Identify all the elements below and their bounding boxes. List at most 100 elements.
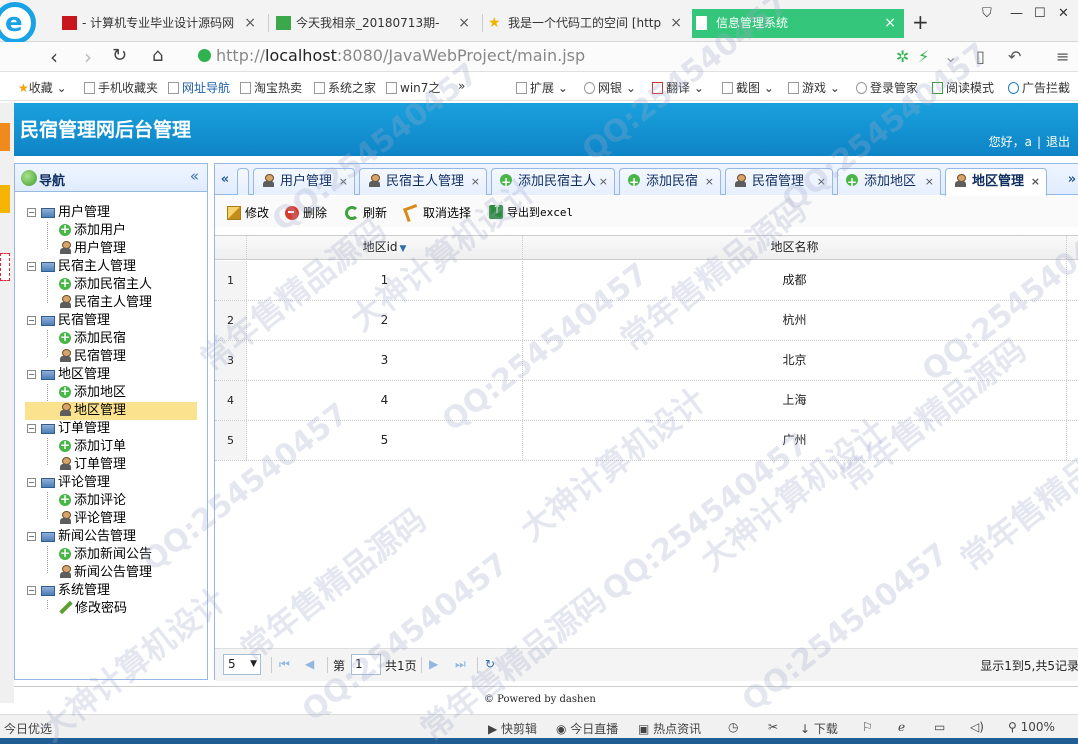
close-icon[interactable]: × — [599, 169, 608, 194]
content-tab-5[interactable]: 添加地区 × — [837, 168, 941, 195]
collapse-toggle-icon[interactable]: − — [27, 208, 36, 217]
close-icon[interactable]: × — [458, 9, 470, 37]
bookmark-screenshot[interactable]: 截图 ⌄ — [722, 79, 774, 96]
refresh-button[interactable]: 刷新 — [345, 204, 387, 221]
edit-button[interactable]: 修改 — [227, 204, 269, 221]
bookmark-reader[interactable]: 阅读模式 — [932, 79, 994, 96]
bookmark-win7[interactable]: win7之 — [386, 79, 440, 96]
nav-item-1-1[interactable]: 民宿主人管理 — [25, 294, 152, 312]
bookmark-syshome[interactable]: 系统之家 — [314, 79, 376, 96]
bookmark-taobao[interactable]: 淘宝热卖 — [240, 79, 302, 96]
nav-item-0-1[interactable]: 用户管理 — [25, 240, 126, 258]
nav-item-4-0[interactable]: 添加订单 — [25, 436, 126, 456]
status-clock-icon[interactable]: ◷ — [728, 720, 738, 734]
nav-item-4-1[interactable]: 订单管理 — [25, 456, 126, 474]
nav-group-7[interactable]: − 系统管理 — [25, 582, 110, 600]
content-tab-4[interactable]: 民宿管理 × — [725, 168, 833, 195]
export-excel-button[interactable]: 导出到excel — [489, 202, 573, 220]
nav-item-7-0[interactable]: 修改密码 — [25, 600, 127, 618]
status-today-picks[interactable]: 今日优选 — [4, 720, 52, 737]
column-header-name[interactable]: 地区名称 — [523, 236, 1067, 259]
nav-item-1-0[interactable]: 添加民宿主人 — [25, 274, 152, 294]
table-row[interactable]: 2 2 杭州 — [215, 301, 1078, 341]
column-header-id[interactable]: 地区id ▼ — [247, 236, 523, 259]
menu-icon[interactable]: ≡ — [1056, 47, 1069, 66]
bookmark-translate[interactable]: 翻译 ⌄ — [652, 79, 704, 96]
bookmark-more[interactable]: » — [458, 79, 465, 93]
page-number-input[interactable]: 1 — [351, 654, 381, 675]
content-tab-0[interactable]: 用户管理 × — [253, 168, 355, 195]
status-news[interactable]: ▣ 热点资讯 — [638, 720, 701, 737]
nav-item-6-1[interactable]: 新闻公告管理 — [25, 564, 152, 582]
status-download[interactable]: ↓ 下载 — [800, 720, 838, 737]
url-input[interactable]: http://localhost:8080/JavaWebProject/mai… — [194, 45, 966, 69]
collapse-toggle-icon[interactable]: − — [27, 478, 36, 487]
table-row[interactable]: 4 4 上海 — [215, 381, 1078, 421]
nav-group-1[interactable]: − 民宿主人管理 — [25, 258, 136, 276]
close-icon[interactable]: × — [471, 169, 480, 194]
status-ie-icon[interactable]: ℯ — [898, 720, 905, 734]
content-tab-2[interactable]: 添加民宿主人× — [491, 168, 615, 195]
bookmark-favorites[interactable]: ★收藏 ⌄ — [18, 79, 67, 96]
refresh-page-icon[interactable]: ↻ — [485, 657, 495, 671]
browser-tab-active[interactable]: 信息管理系统 × — [692, 9, 904, 38]
status-zoom[interactable]: ⚲ 100% — [1008, 720, 1055, 734]
bookmark-mobile[interactable]: 手机收藏夹 — [84, 79, 158, 96]
table-row[interactable]: 5 5 广州 — [215, 421, 1078, 461]
shirt-icon[interactable]: ⛉ — [982, 6, 992, 21]
forward-icon[interactable]: › — [84, 45, 92, 69]
tab-partial[interactable] — [237, 168, 249, 195]
cancel-select-button[interactable]: 取消选择 — [403, 204, 471, 222]
prev-page-icon[interactable]: ◀ — [305, 657, 314, 671]
speed-icon[interactable]: ✲ — [896, 47, 909, 66]
collapse-toggle-icon[interactable]: − — [27, 262, 36, 271]
bookmark-bank[interactable]: 网银 ⌄ — [584, 79, 636, 96]
status-tool-icon[interactable]: ✂ — [768, 720, 778, 734]
tabs-scroll-left-icon[interactable]: « — [217, 169, 233, 191]
status-live[interactable]: ◉ 今日直播 — [556, 720, 618, 737]
nav-item-3-0[interactable]: 添加地区 — [25, 382, 126, 402]
nav-item-2-1[interactable]: 民宿管理 — [25, 348, 126, 366]
content-tab-1[interactable]: 民宿主人管理 × — [359, 168, 487, 195]
reload-icon[interactable]: ↻ — [112, 45, 127, 66]
close-icon[interactable]: × — [1031, 169, 1040, 194]
phone-icon[interactable]: ▯ — [976, 47, 985, 66]
bookmark-extensions[interactable]: 扩展 ⌄ — [516, 79, 568, 96]
chevron-down-icon[interactable]: ⌄ — [944, 47, 957, 66]
nav-item-3-1[interactable]: 地区管理 — [25, 402, 197, 420]
bookmark-nav[interactable]: 网址导航 — [168, 79, 230, 96]
minimize-icon[interactable]: — — [1010, 6, 1023, 21]
new-tab-button[interactable]: + — [912, 10, 929, 34]
collapse-toggle-icon[interactable]: − — [27, 370, 36, 379]
bookmark-login[interactable]: 登录管家 — [856, 79, 918, 96]
close-icon[interactable]: × — [884, 9, 896, 37]
logout-link[interactable]: 退出 — [1046, 135, 1070, 149]
collapse-icon[interactable]: « — [190, 167, 199, 185]
status-window-icon[interactable]: ▭ — [934, 720, 945, 734]
nav-item-0-0[interactable]: 添加用户 — [25, 220, 126, 240]
first-page-icon[interactable]: ⏮ — [279, 657, 290, 672]
lightning-icon[interactable]: ⚡ — [918, 47, 929, 66]
collapse-toggle-icon[interactable]: − — [27, 424, 36, 433]
content-tab-3[interactable]: 添加民宿 × — [619, 168, 721, 195]
close-icon[interactable]: × — [670, 9, 682, 37]
nav-group-6[interactable]: − 新闻公告管理 — [25, 528, 136, 546]
bookmark-games[interactable]: 游戏 ⌄ — [788, 79, 840, 96]
status-volume-icon[interactable]: ◁) — [970, 720, 984, 734]
nav-item-5-0[interactable]: 添加评论 — [25, 490, 126, 510]
collapse-toggle-icon[interactable]: − — [27, 316, 36, 325]
close-icon[interactable]: × — [339, 169, 348, 194]
nav-item-2-0[interactable]: 添加民宿 — [25, 328, 126, 348]
status-flag-icon[interactable]: ⚐ — [862, 720, 873, 734]
back-icon[interactable]: ‹ — [50, 45, 58, 69]
table-row[interactable]: 3 3 北京 — [215, 341, 1078, 381]
close-icon[interactable]: × — [705, 169, 714, 194]
close-icon[interactable]: × — [244, 9, 256, 37]
browser-tab-3[interactable]: ★ 我是一个代码工的空间 [http × — [484, 9, 690, 37]
page-size-select[interactable]: 5 ▼ — [223, 654, 261, 675]
delete-button[interactable]: 删除 — [285, 204, 327, 221]
nav-item-5-1[interactable]: 评论管理 — [25, 510, 126, 528]
close-window-icon[interactable]: ✕ — [1058, 6, 1069, 21]
status-quick-edit[interactable]: ▶ 快剪辑 — [488, 720, 537, 737]
undo-icon[interactable]: ↶ — [1008, 47, 1021, 66]
